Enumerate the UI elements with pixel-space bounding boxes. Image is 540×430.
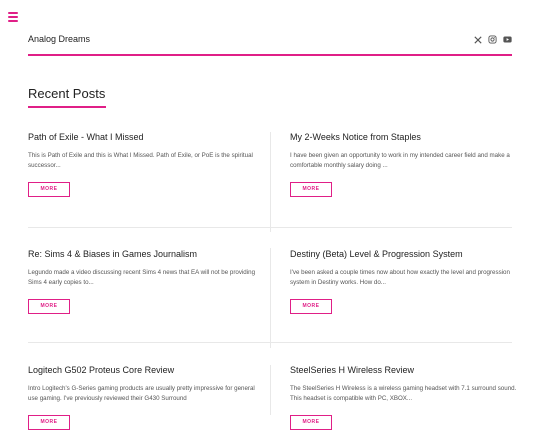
- social-links: [473, 35, 512, 44]
- post-card: SteelSeries H Wireless Review The SteelS…: [290, 365, 520, 430]
- post-card: Path of Exile - What I Missed This is Pa…: [28, 132, 258, 197]
- site-header: Analog Dreams: [28, 34, 512, 54]
- column-divider: [270, 132, 271, 232]
- more-button[interactable]: MORE: [290, 182, 332, 197]
- post-excerpt: I have been given an opportunity to work…: [290, 152, 510, 169]
- more-button[interactable]: MORE: [28, 182, 70, 197]
- instagram-icon[interactable]: [488, 35, 497, 44]
- more-button[interactable]: MORE: [28, 299, 70, 314]
- site-title[interactable]: Analog Dreams: [28, 34, 90, 44]
- post-excerpt: The SteelSeries H Wireless is a wireless…: [290, 385, 517, 402]
- header-divider: [28, 54, 512, 56]
- post-title[interactable]: Destiny (Beta) Level & Progression Syste…: [290, 249, 520, 259]
- x-icon[interactable]: [473, 35, 482, 44]
- post-title[interactable]: Re: Sims 4 & Biases in Games Journalism: [28, 249, 258, 259]
- post-card: Destiny (Beta) Level & Progression Syste…: [290, 249, 520, 314]
- row-divider: [28, 342, 512, 343]
- post-title[interactable]: Path of Exile - What I Missed: [28, 132, 258, 142]
- more-button[interactable]: MORE: [290, 415, 332, 430]
- row-divider: [28, 227, 512, 228]
- post-excerpt: Intro Logitech's G-Series gaming product…: [28, 385, 255, 402]
- post-excerpt: Legundo made a video discussing recent S…: [28, 269, 256, 286]
- post-title[interactable]: My 2-Weeks Notice from Staples: [290, 132, 520, 142]
- post-excerpt: I've been asked a couple times now about…: [290, 269, 510, 286]
- more-button[interactable]: MORE: [290, 299, 332, 314]
- section-underline: [28, 106, 106, 108]
- section-title: Recent Posts: [28, 86, 106, 101]
- post-card: My 2-Weeks Notice from Staples I have be…: [290, 132, 520, 197]
- post-card: Re: Sims 4 & Biases in Games Journalism …: [28, 249, 258, 314]
- column-divider: [270, 248, 271, 348]
- more-button[interactable]: MORE: [28, 415, 70, 430]
- post-excerpt: This is Path of Exile and this is What I…: [28, 152, 253, 169]
- post-card: Logitech G502 Proteus Core Review Intro …: [28, 365, 258, 430]
- youtube-icon[interactable]: [503, 35, 512, 44]
- column-divider: [270, 365, 271, 415]
- post-title[interactable]: Logitech G502 Proteus Core Review: [28, 365, 258, 375]
- menu-icon[interactable]: [8, 12, 18, 22]
- post-title[interactable]: SteelSeries H Wireless Review: [290, 365, 520, 375]
